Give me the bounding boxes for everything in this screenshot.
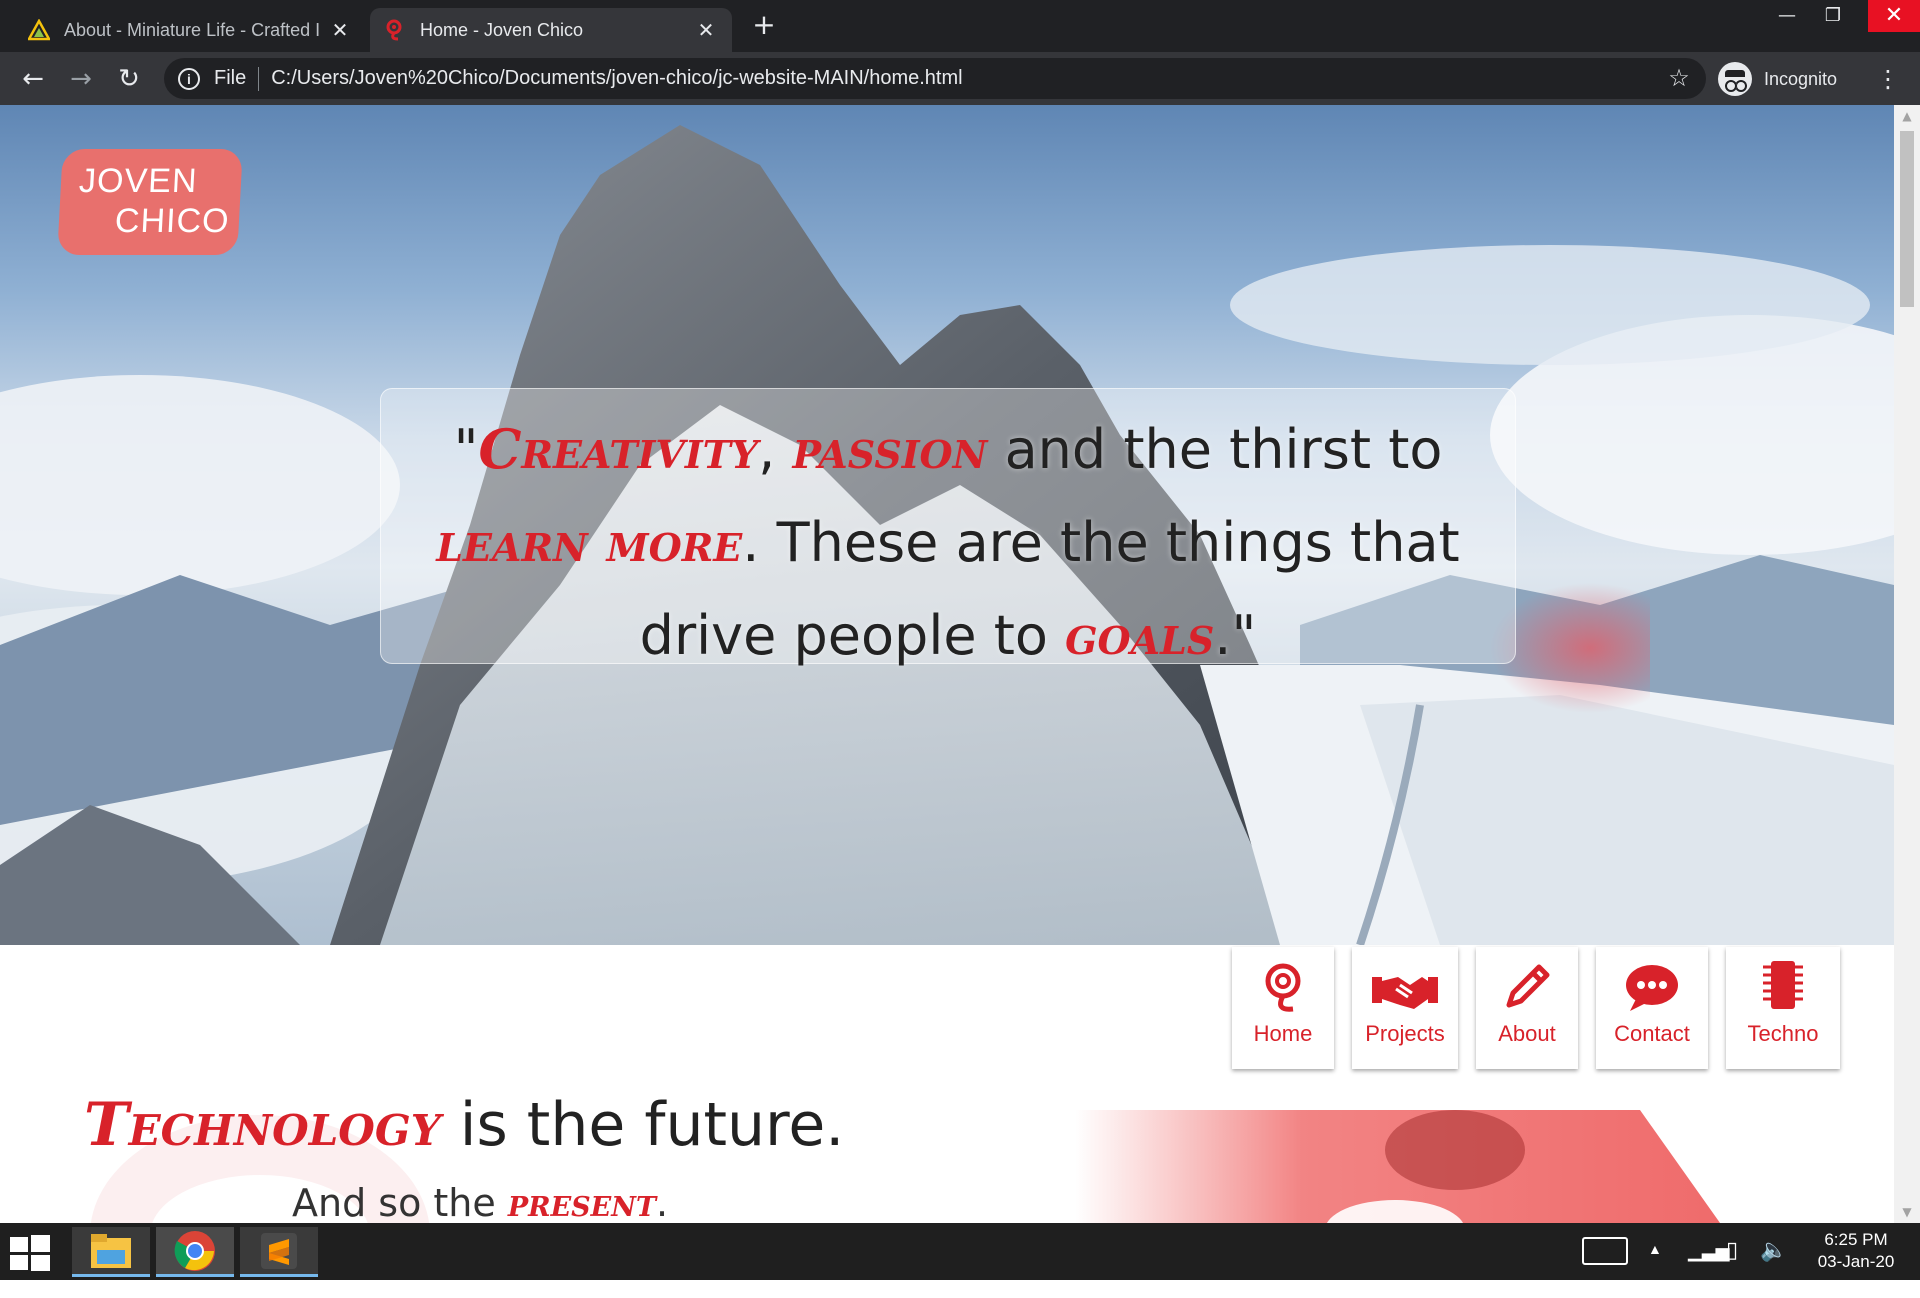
nav-tile-about[interactable]: About (1476, 947, 1578, 1069)
site-navigation: Home Projects About Contact Techno (1232, 947, 1840, 1069)
quote-comma: , (758, 418, 793, 481)
technology-heading-accent: Technology (84, 1090, 441, 1160)
restore-window-button[interactable]: ❐ (1810, 0, 1856, 32)
chip-icon (1763, 961, 1803, 1009)
forward-button[interactable]: → (64, 62, 98, 96)
taskbar-sublime-text[interactable] (240, 1227, 318, 1277)
quote-close-mark: ." (1214, 604, 1257, 667)
logo-line-1: JOVEN (78, 162, 199, 200)
nav-tile-home[interactable]: Home (1232, 947, 1334, 1069)
omnibox-divider (258, 66, 260, 91)
subheading-suffix: . (656, 1181, 669, 1223)
taskbar-clock[interactable]: 6:25 PM 03-Jan-20 (1806, 1229, 1906, 1286)
url-text[interactable]: C:/Users/Joven%20Chico/Documents/joven-c… (271, 67, 1664, 90)
tab-home-joven-chico[interactable]: Home - Joven Chico ✕ (370, 8, 732, 52)
taskbar-file-explorer[interactable] (72, 1227, 150, 1277)
nav-tile-label: Contact (1614, 1021, 1690, 1046)
nav-tile-contact[interactable]: Contact (1596, 947, 1708, 1069)
browser-menu-icon[interactable]: ⋮ (1876, 64, 1900, 94)
reload-button[interactable]: ↻ (112, 62, 146, 96)
logo-line-2: CHICO (114, 202, 231, 240)
minimize-window-button[interactable]: — (1764, 0, 1810, 32)
taskbar-chrome[interactable] (156, 1227, 234, 1277)
sublime-text-icon (261, 1232, 297, 1269)
quote-word-passion: passion (792, 417, 988, 481)
scroll-down-arrow-icon[interactable]: ▼ (1894, 1201, 1920, 1223)
network-signal-icon[interactable]: ▁▃▅ (1688, 1241, 1730, 1298)
home-target-icon (1265, 963, 1301, 1012)
quote-word-learn-more: learn more (436, 510, 743, 574)
quote-text-2: . These are the things that drive people… (639, 511, 1460, 667)
chrome-icon (174, 1230, 215, 1271)
tab-about-miniature-life[interactable]: About - Miniature Life - Crafted I ✕ (14, 8, 366, 52)
handshake-icon (1372, 977, 1438, 1009)
quote-word-creativity: Creativity (478, 417, 759, 481)
battery-icon[interactable]: ▯ (1726, 1237, 1738, 1294)
nav-tile-label: Home (1253, 1021, 1313, 1046)
bookmark-star-icon[interactable]: ☆ (1664, 64, 1694, 93)
technology-image (1075, 1110, 1775, 1223)
site-logo[interactable]: JOVEN CHICO (57, 149, 243, 255)
chat-bubble-icon (1626, 965, 1678, 1011)
hero-quote: "Creativity, passion and the thirst to l… (380, 388, 1516, 667)
touch-keyboard-icon[interactable] (1582, 1237, 1628, 1265)
quote-text-1: and the thirst to (987, 418, 1443, 481)
page-viewport: JOVEN CHICO "Creativity, passion and the… (0, 105, 1894, 1223)
clock-time: 6:25 PM (1824, 1230, 1888, 1249)
triangle-logo-icon (28, 19, 50, 41)
tab-title: About - Miniature Life - Crafted I (64, 19, 321, 40)
show-hidden-icons-icon[interactable]: ▲ (1648, 1241, 1662, 1298)
close-window-button[interactable]: ✕ (1868, 0, 1920, 32)
nav-tile-label: Projects (1365, 1021, 1445, 1046)
page-scrollbar[interactable]: ▲ ▼ (1894, 105, 1920, 1223)
incognito-label: Incognito (1764, 68, 1838, 89)
hero-banner: JOVEN CHICO "Creativity, passion and the… (0, 105, 1894, 945)
pencil-icon (1506, 964, 1550, 1008)
address-bar[interactable]: i File C:/Users/Joven%20Chico/Documents/… (164, 58, 1706, 99)
windows-start-icon[interactable] (10, 1235, 50, 1271)
technology-subheading: And so the present. (292, 1180, 668, 1223)
close-tab-icon[interactable]: ✕ (328, 18, 352, 43)
tab-title: Home - Joven Chico (420, 19, 584, 40)
back-button[interactable]: ← (16, 62, 50, 96)
nav-tile-label: About (1498, 1021, 1556, 1046)
new-tab-button[interactable]: + (748, 10, 780, 42)
technology-heading-rest: is the future. (440, 1090, 845, 1160)
quote-open-mark: " (453, 418, 479, 481)
site-info-icon[interactable]: i (178, 67, 200, 90)
scrollbar-thumb[interactable] (1900, 131, 1914, 307)
scroll-up-arrow-icon[interactable]: ▲ (1894, 105, 1920, 127)
close-tab-icon[interactable]: ✕ (694, 18, 718, 43)
incognito-icon (1718, 62, 1752, 96)
quote-word-goals: goals (1065, 603, 1215, 667)
nav-tile-techno[interactable]: Techno (1726, 947, 1840, 1069)
volume-icon[interactable]: 🔈 (1760, 1237, 1787, 1294)
subheading-accent: present (507, 1180, 657, 1223)
incognito-indicator[interactable]: Incognito (1718, 60, 1837, 98)
nav-tile-label: Techno (1747, 1021, 1819, 1046)
url-scheme-label: File (214, 67, 247, 89)
file-explorer-icon (91, 1233, 131, 1268)
clock-date: 03-Jan-20 (1817, 1252, 1895, 1271)
nav-tile-projects[interactable]: Projects (1352, 947, 1458, 1069)
windows-taskbar: ▲ ▁▃▅ ▯ 🔈 6:25 PM 03-Jan-20 (0, 1223, 1920, 1280)
browser-toolbar: ← → ↻ i File C:/Users/Joven%20Chico/Docu… (0, 52, 1920, 105)
jc-logo-icon (386, 19, 402, 41)
browser-tab-strip: About - Miniature Life - Crafted I ✕ Hom… (0, 0, 1920, 52)
technology-heading: Technology is the future. (84, 1090, 844, 1160)
subheading-prefix: And so the (292, 1181, 508, 1223)
